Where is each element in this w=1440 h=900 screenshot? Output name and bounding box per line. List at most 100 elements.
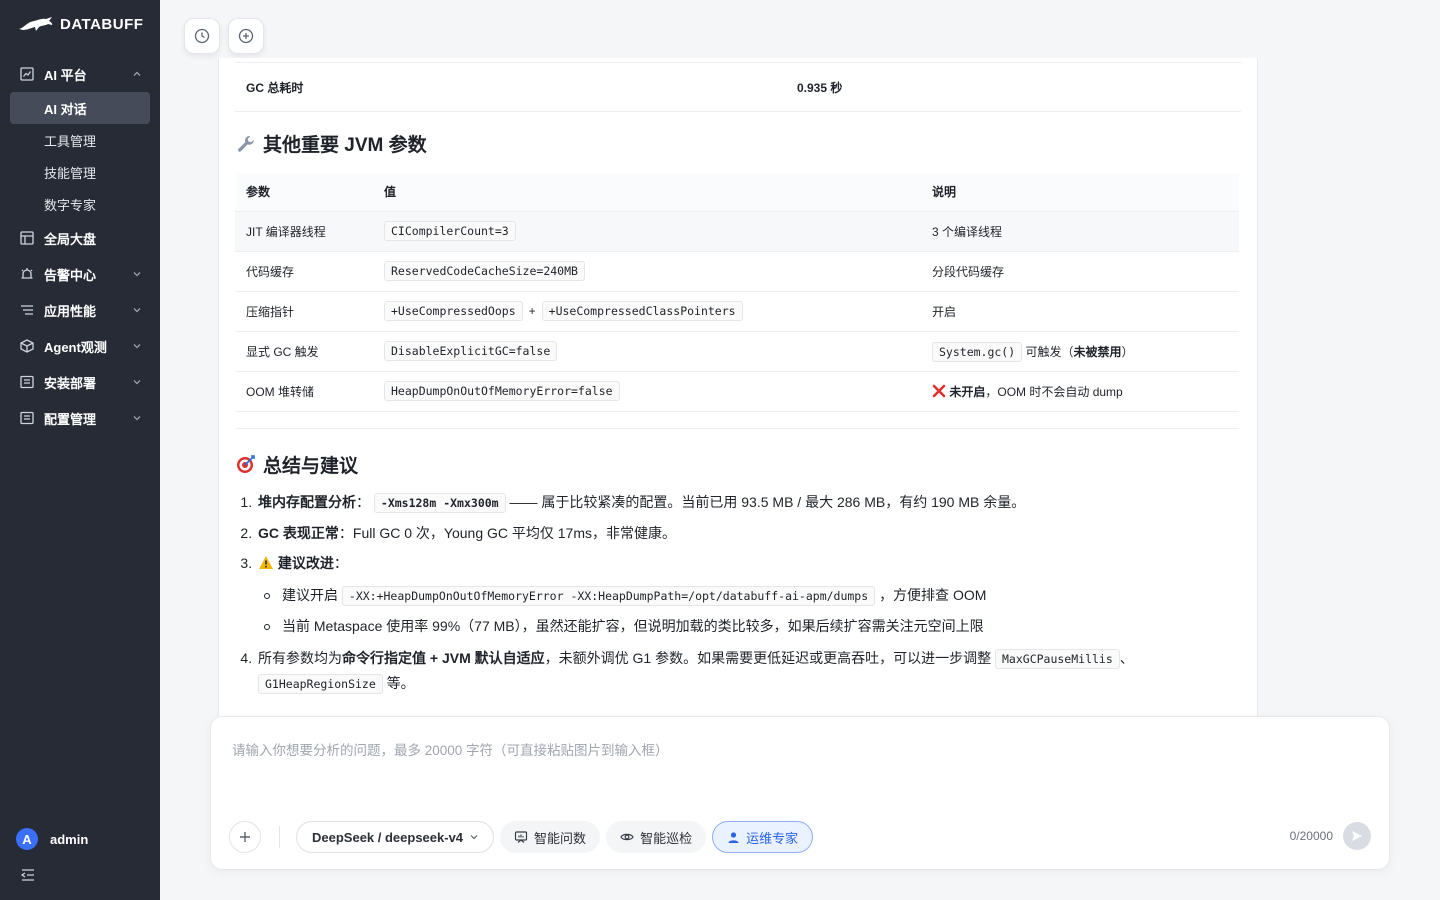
message-input[interactable]: 请输入你想要分析的问题，最多 20000 字符（可直接粘贴图片到输入框） xyxy=(232,739,669,759)
user-name: admin xyxy=(50,831,89,847)
nav-group-label: Agent观测 xyxy=(44,339,107,355)
value-code: +UseCompressedOops xyxy=(384,301,523,321)
nav-group-agent-observe[interactable]: Agent观测 xyxy=(0,328,160,364)
sidebar-nav: AI 平台 AI 对话 工具管理 技能管理 数字专家 全局大盘 告警中心 应用性… xyxy=(0,56,160,436)
nav-group-label: AI 平台 xyxy=(44,67,87,83)
param-cell: 显式 GC 触发 xyxy=(235,331,373,372)
desc-cell: 3 个编译线程 xyxy=(921,211,1239,252)
desc-tail: ） xyxy=(1121,344,1134,359)
new-chat-button[interactable] xyxy=(228,18,264,54)
nav-group-install-deploy[interactable]: 安装部署 xyxy=(0,364,160,400)
list-item: 建议改进： 建议开启 -XX:+HeapDumpOnOutOfMemoryErr… xyxy=(256,553,1241,636)
install-icon xyxy=(20,375,34,389)
avatar: A xyxy=(16,828,38,850)
desc-cell: 分段代码缓存 xyxy=(921,251,1239,292)
item-text: ，未额外调优 G1 参数。如果需要更低延迟或更高吞吐，可以进一步调整 xyxy=(544,649,992,666)
sidebar-item-tool-management[interactable]: 工具管理 xyxy=(10,124,150,156)
item-text: 当前 Metaspace 使用率 99%（77 MB），虽然还能扩容，但说明加载… xyxy=(282,617,984,634)
history-button[interactable] xyxy=(184,18,220,54)
summary-list: 堆内存配置分析： -Xms128m -Xmx300m —— 属于比较紧凑的配置。… xyxy=(235,492,1241,696)
item-text: 所有参数均为 xyxy=(258,649,342,666)
item-code: MaxGCPauseMillis xyxy=(995,648,1120,669)
send-button[interactable] xyxy=(1343,822,1371,850)
mode-label: 运维专家 xyxy=(746,830,799,846)
chevron-down-icon xyxy=(132,305,142,315)
nav-group-alarm-center[interactable]: 告警中心 xyxy=(0,256,160,292)
model-select-label: DeepSeek / deepseek-v4 xyxy=(312,829,464,845)
divider xyxy=(235,427,1239,429)
item-bold: 建议改进 xyxy=(277,554,334,571)
plus-icon xyxy=(240,832,250,842)
chart-board-icon xyxy=(514,831,528,843)
list-item: GC 表现正常：Full GC 0 次，Young GC 平均仅 17ms，非常… xyxy=(256,523,1241,543)
sidebar-item-skill-management[interactable]: 技能管理 xyxy=(10,156,150,188)
nav-group-label: 配置管理 xyxy=(44,411,97,427)
table-row: 压缩指针 +UseCompressedOops + +UseCompressedCl… xyxy=(235,291,1239,332)
value-code: HeapDumpOnOutOfMemoryError=false xyxy=(384,381,620,401)
divider xyxy=(279,826,280,848)
item-bold: 命令行指定值 + JVM 默认自适应 xyxy=(342,649,545,666)
table-row: 显式 GC 触发 DisableExplicitGC=false System.… xyxy=(235,331,1239,372)
config-icon xyxy=(20,411,34,425)
sidebar-item-digital-expert[interactable]: 数字专家 xyxy=(10,188,150,220)
table-row: JIT 编译器线程 CICompilerCount=3 3 个编译线程 xyxy=(235,211,1239,252)
table-row: 代码缓存 ReservedCodeCacheSize=240MB 分段代码缓存 xyxy=(235,251,1239,292)
mode-smart-inspect-button[interactable]: 智能巡检 xyxy=(606,821,707,853)
desc-code: System.gc() xyxy=(932,341,1023,362)
attach-button[interactable] xyxy=(229,821,261,853)
table-header-row: 参数 值 说明 xyxy=(235,173,1239,212)
chart-icon xyxy=(20,67,34,81)
desc-bold: 未被禁用 xyxy=(1073,344,1122,359)
item-text: ，方便排查 OOM xyxy=(879,586,987,603)
brand-logo[interactable]: DATABUFF xyxy=(0,0,160,48)
model-select[interactable]: DeepSeek / deepseek-v4 xyxy=(296,821,495,853)
sub-list: 建议开启 -XX:+HeapDumpOnOutOfMemoryError -XX… xyxy=(258,585,1241,636)
item-text: 等。 xyxy=(386,674,415,691)
plus-circle-icon xyxy=(238,28,254,44)
desc-text: 可触发（ xyxy=(1025,344,1074,359)
list-item: 堆内存配置分析： -Xms128m -Xmx300m —— 属于比较紧凑的配置。… xyxy=(256,492,1241,513)
gc-total-row: GC 总耗时 0.935 秒 xyxy=(235,62,1241,112)
composer-toolbar: DeepSeek / deepseek-v4 智能问数 智能巡检 运维专家 xyxy=(229,821,814,853)
item-bold: GC 表现正常 xyxy=(258,524,339,541)
table-row: OOM 堆转储 HeapDumpOnOutOfMemoryError=false… xyxy=(235,371,1239,412)
item-text: ： xyxy=(356,493,370,510)
sidebar-item-ai-chat[interactable]: AI 对话 xyxy=(10,92,150,124)
list-item: 当前 Metaspace 使用率 99%（77 MB），虽然还能扩容，但说明加载… xyxy=(260,616,1241,636)
gc-total-value: 0.935 秒 xyxy=(797,80,843,95)
nav-group-app-performance[interactable]: 应用性能 xyxy=(0,292,160,328)
mode-smart-query-button[interactable]: 智能问数 xyxy=(500,821,601,853)
desc-text: ，OOM 时不会自动 dump xyxy=(985,384,1123,399)
item-text: 建议开启 xyxy=(282,586,338,603)
list-item: 所有参数均为命令行指定值 + JVM 默认自适应，未额外调优 G1 参数。如果需… xyxy=(256,646,1241,696)
value-cell: HeapDumpOnOutOfMemoryError=false xyxy=(373,371,921,412)
chevron-down-icon xyxy=(132,377,142,387)
value-code: DisableExplicitGC=false xyxy=(384,341,558,361)
nav-group-global-dashboard[interactable]: 全局大盘 xyxy=(0,220,160,256)
desc-cell: System.gc() 可触发（未被禁用） xyxy=(921,331,1239,372)
summary-section-title: 总结与建议 xyxy=(235,451,1241,478)
jvm-params-table: 参数 值 说明 JIT 编译器线程 CICompilerCount=3 3 个编… xyxy=(235,173,1239,412)
value-cell: +UseCompressedOops + +UseCompressedClassPo… xyxy=(373,291,921,332)
char-counter: 0/20000 xyxy=(1289,829,1333,843)
dashboard-icon xyxy=(20,231,34,245)
item-code: G1HeapRegionSize xyxy=(258,673,383,694)
nav-group-label: 全局大盘 xyxy=(44,231,97,247)
cross-mark-icon xyxy=(932,384,946,397)
plus-joiner: + xyxy=(528,304,536,318)
sidebar: DATABUFF AI 平台 AI 对话 工具管理 技能管理 数字专家 全局大盘 xyxy=(0,0,160,900)
mode-ops-expert-button[interactable]: 运维专家 xyxy=(712,821,814,853)
value-code: +UseCompressedClassPointers xyxy=(541,301,743,321)
item-text: ： xyxy=(333,554,348,571)
jvm-section-title: 其他重要 JVM 参数 xyxy=(235,130,1241,157)
value-code: ReservedCodeCacheSize=240MB xyxy=(384,261,585,281)
value-cell: DisableExplicitGC=false xyxy=(373,331,921,372)
nav-group-label: 告警中心 xyxy=(44,267,97,283)
user-profile[interactable]: A admin xyxy=(16,828,88,850)
param-cell: OOM 堆转储 xyxy=(235,371,373,412)
nav-group-config-management[interactable]: 配置管理 xyxy=(0,400,160,436)
chevron-down-icon xyxy=(132,413,142,423)
chevron-down-icon xyxy=(470,835,478,840)
collapse-sidebar-icon[interactable] xyxy=(20,868,36,882)
nav-group-ai-platform[interactable]: AI 平台 xyxy=(0,56,160,92)
